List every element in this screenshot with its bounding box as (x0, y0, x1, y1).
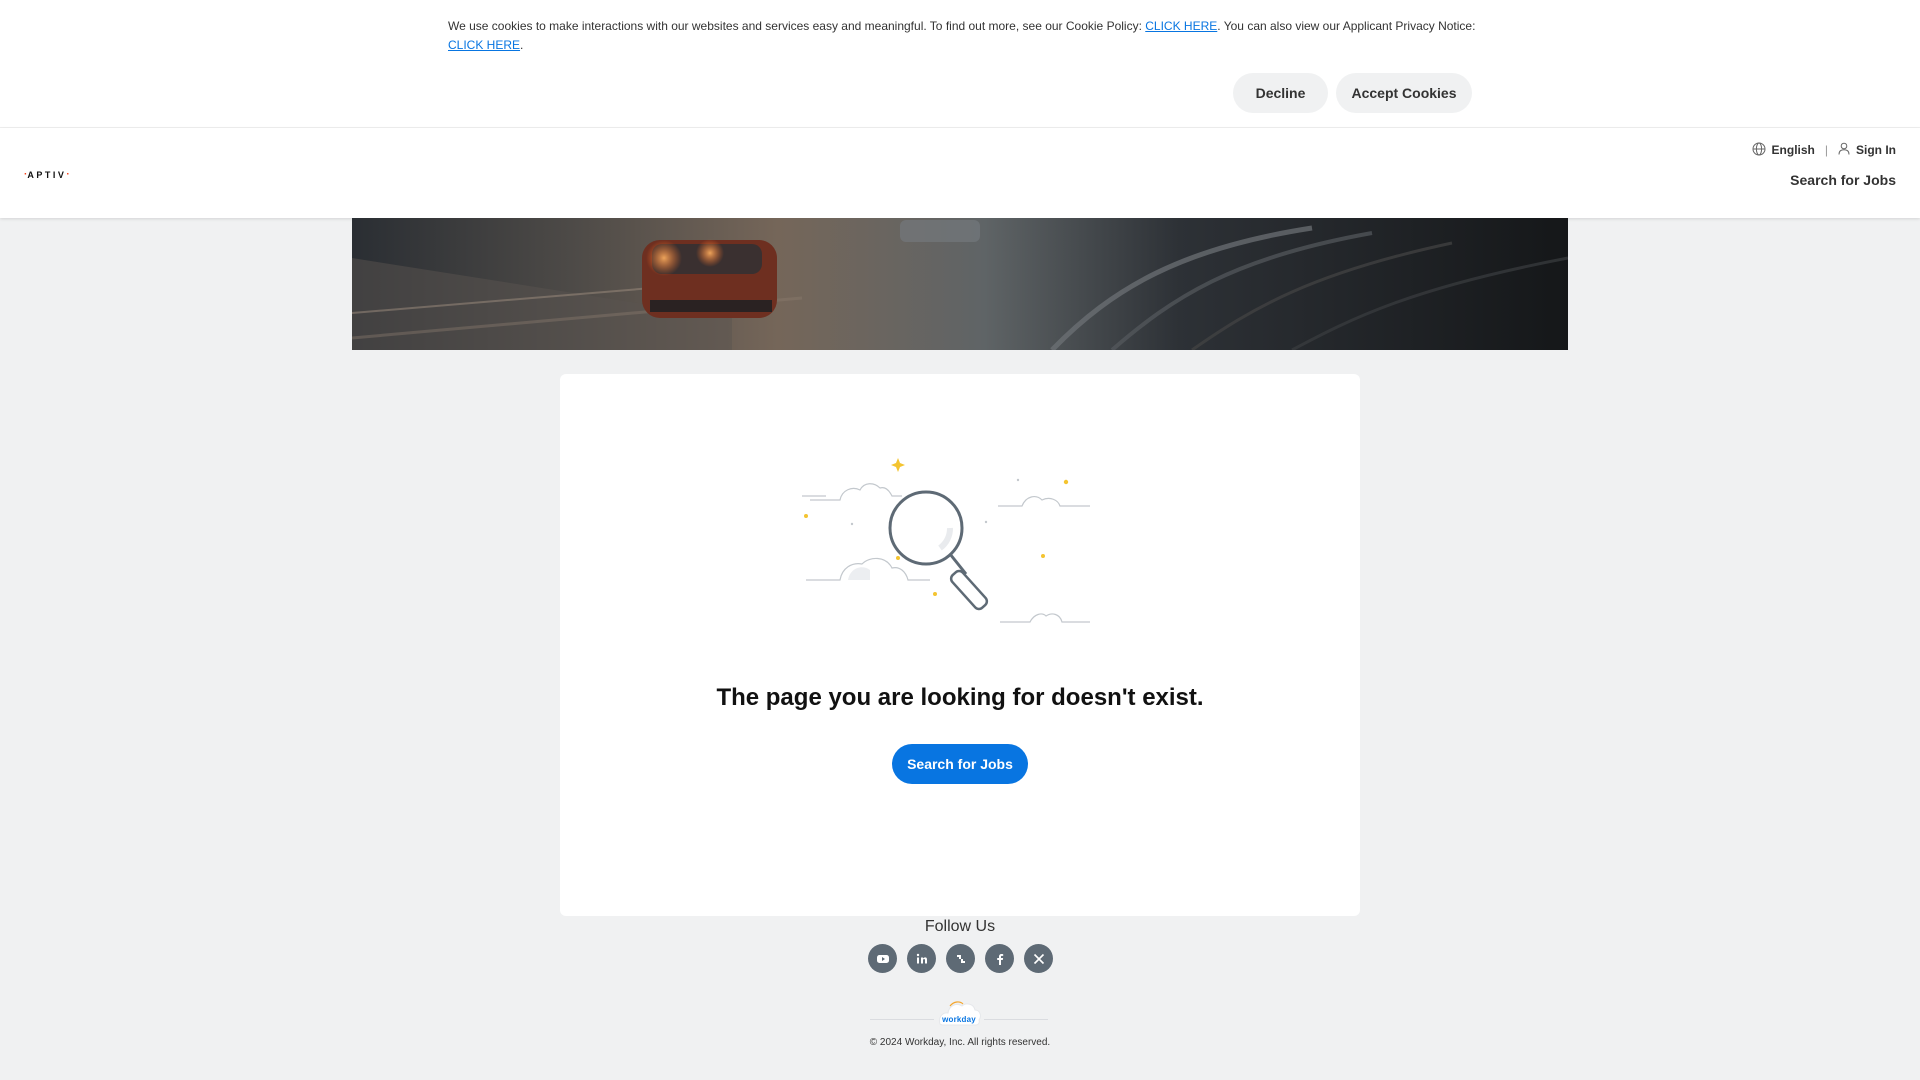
error-card: The page you are looking for doesn't exi… (560, 374, 1360, 916)
language-selector[interactable]: English (1752, 142, 1815, 159)
copyright-text: © 2024 Workday, Inc. All rights reserved… (869, 1037, 1051, 1048)
workday-wordmark: workday (942, 1015, 976, 1024)
sign-in-link[interactable]: Sign In (1838, 142, 1896, 158)
language-label: English (1771, 143, 1815, 157)
aptiv-logo[interactable]: · APTIV · (24, 169, 70, 180)
linkedin-icon[interactable] (907, 944, 936, 973)
facebook-icon[interactable] (985, 944, 1014, 973)
search-for-jobs-button[interactable]: Search for Jobs (892, 744, 1028, 784)
x-icon[interactable] (1024, 944, 1053, 973)
cookie-banner: We use cookies to make interactions with… (0, 0, 1920, 128)
hero-banner-image (352, 218, 1568, 350)
social-links (868, 944, 1053, 973)
privacy-notice-link[interactable]: CLICK HERE (448, 38, 520, 52)
cookie-policy-link[interactable]: CLICK HERE (1145, 19, 1217, 33)
header-search-jobs-link[interactable]: Search for Jobs (1790, 172, 1896, 188)
error-heading: The page you are looking for doesn't exi… (716, 684, 1204, 711)
magnifying-glass-illustration (800, 456, 1120, 641)
cookie-message: We use cookies to make interactions with… (448, 19, 1476, 52)
separator: | (1824, 143, 1828, 157)
workday-logo: workday (870, 998, 1048, 1028)
sign-in-label: Sign In (1856, 143, 1896, 157)
decline-cookies-button[interactable]: Decline (1233, 73, 1328, 113)
glassdoor-icon[interactable] (946, 944, 975, 973)
utility-bar: English | Sign In (1752, 140, 1896, 160)
globe-icon (1752, 142, 1766, 159)
follow-us-label: Follow Us (924, 918, 996, 935)
user-icon (1838, 142, 1850, 158)
youtube-icon[interactable] (868, 944, 897, 973)
site-header: · APTIV · English | Sign In Search for Job… (0, 128, 1920, 218)
accept-cookies-button[interactable]: Accept Cookies (1336, 73, 1472, 113)
